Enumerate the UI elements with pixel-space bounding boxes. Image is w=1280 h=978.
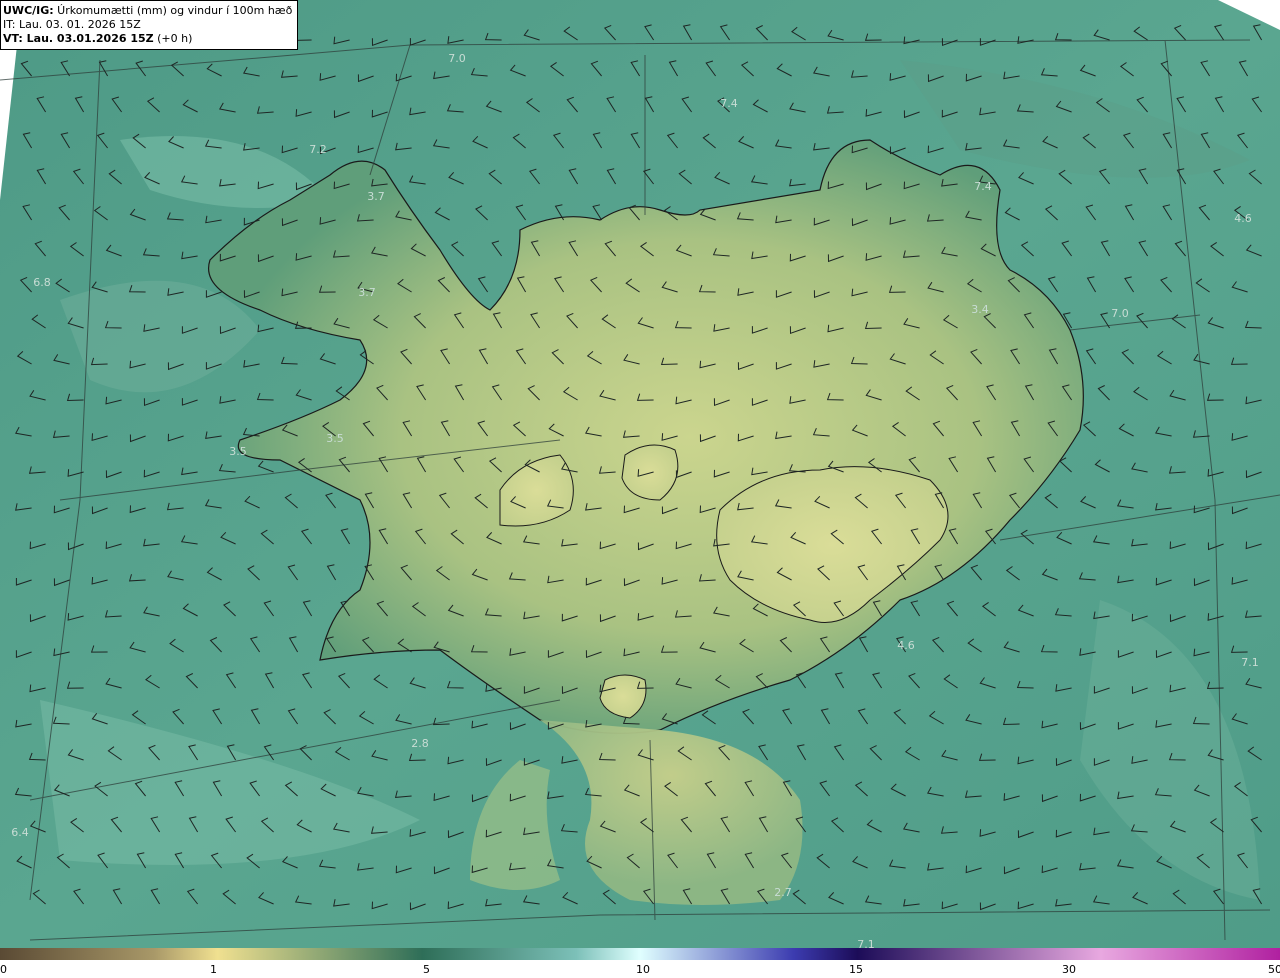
title-text: Úrkomumætti (mm) og vindur í 100m hæð xyxy=(53,4,293,17)
colorbar-tick-label: 15 xyxy=(849,963,863,976)
map-value-label: 7.2 xyxy=(309,143,327,156)
colorbar-tick-label: 10 xyxy=(636,963,650,976)
valid-time-offset: (+0 h) xyxy=(153,32,193,45)
precipitation-wind-map: 7.0 7.4 7.2 3.7 3.7 7.4 4.6 3.4 7.0 6.8 3.5 3.5 4.6 7… xyxy=(0,0,1280,948)
map-value-label: 7.4 xyxy=(720,97,738,110)
map-value-label: 3.5 xyxy=(229,445,247,458)
map-value-label: 7.1 xyxy=(857,938,875,948)
map-value-label: 7.1 xyxy=(1241,656,1259,669)
colorbar-tick-label: 0 xyxy=(0,963,7,976)
colorbar-tick-label: 50 xyxy=(1268,963,1280,976)
map-value-label: 3.4 xyxy=(971,303,989,316)
valid-time-bold: VT: Lau. 03.01.2026 15Z xyxy=(3,32,154,45)
colorbar-tick-label: 1 xyxy=(210,963,217,976)
map-value-label: 3.5 xyxy=(326,432,344,445)
map-value-label: 7.4 xyxy=(974,180,992,193)
map-value-label: 2.7 xyxy=(774,886,792,899)
map-value-label: 2.8 xyxy=(411,737,429,750)
map-value-label: 6.4 xyxy=(11,826,29,839)
map-value-label: 3.7 xyxy=(367,190,385,203)
map-value-label: 4.6 xyxy=(1234,212,1252,225)
colorbar-tick-label: 30 xyxy=(1062,963,1076,976)
map-value-label: 4.6 xyxy=(897,639,915,652)
colorbar-tick-label: 5 xyxy=(423,963,430,976)
title-line: UWC/IG: Úrkomumætti (mm) og vindur í 100… xyxy=(3,4,292,18)
map-value-label: 3.7 xyxy=(358,286,376,299)
map-value-label: 7.0 xyxy=(448,52,466,65)
map-value-label: 7.0 xyxy=(1111,307,1129,320)
colorbar xyxy=(0,948,1280,960)
title-bold: UWC/IG: xyxy=(3,4,54,17)
init-time: IT: Lau. 03. 01. 2026 15Z xyxy=(3,18,141,31)
map-value-label: 6.8 xyxy=(33,276,51,289)
valid-time-line: VT: Lau. 03.01.2026 15Z (+0 h) xyxy=(3,32,292,46)
map-legend: UWC/IG: Úrkomumætti (mm) og vindur í 100… xyxy=(0,0,299,50)
